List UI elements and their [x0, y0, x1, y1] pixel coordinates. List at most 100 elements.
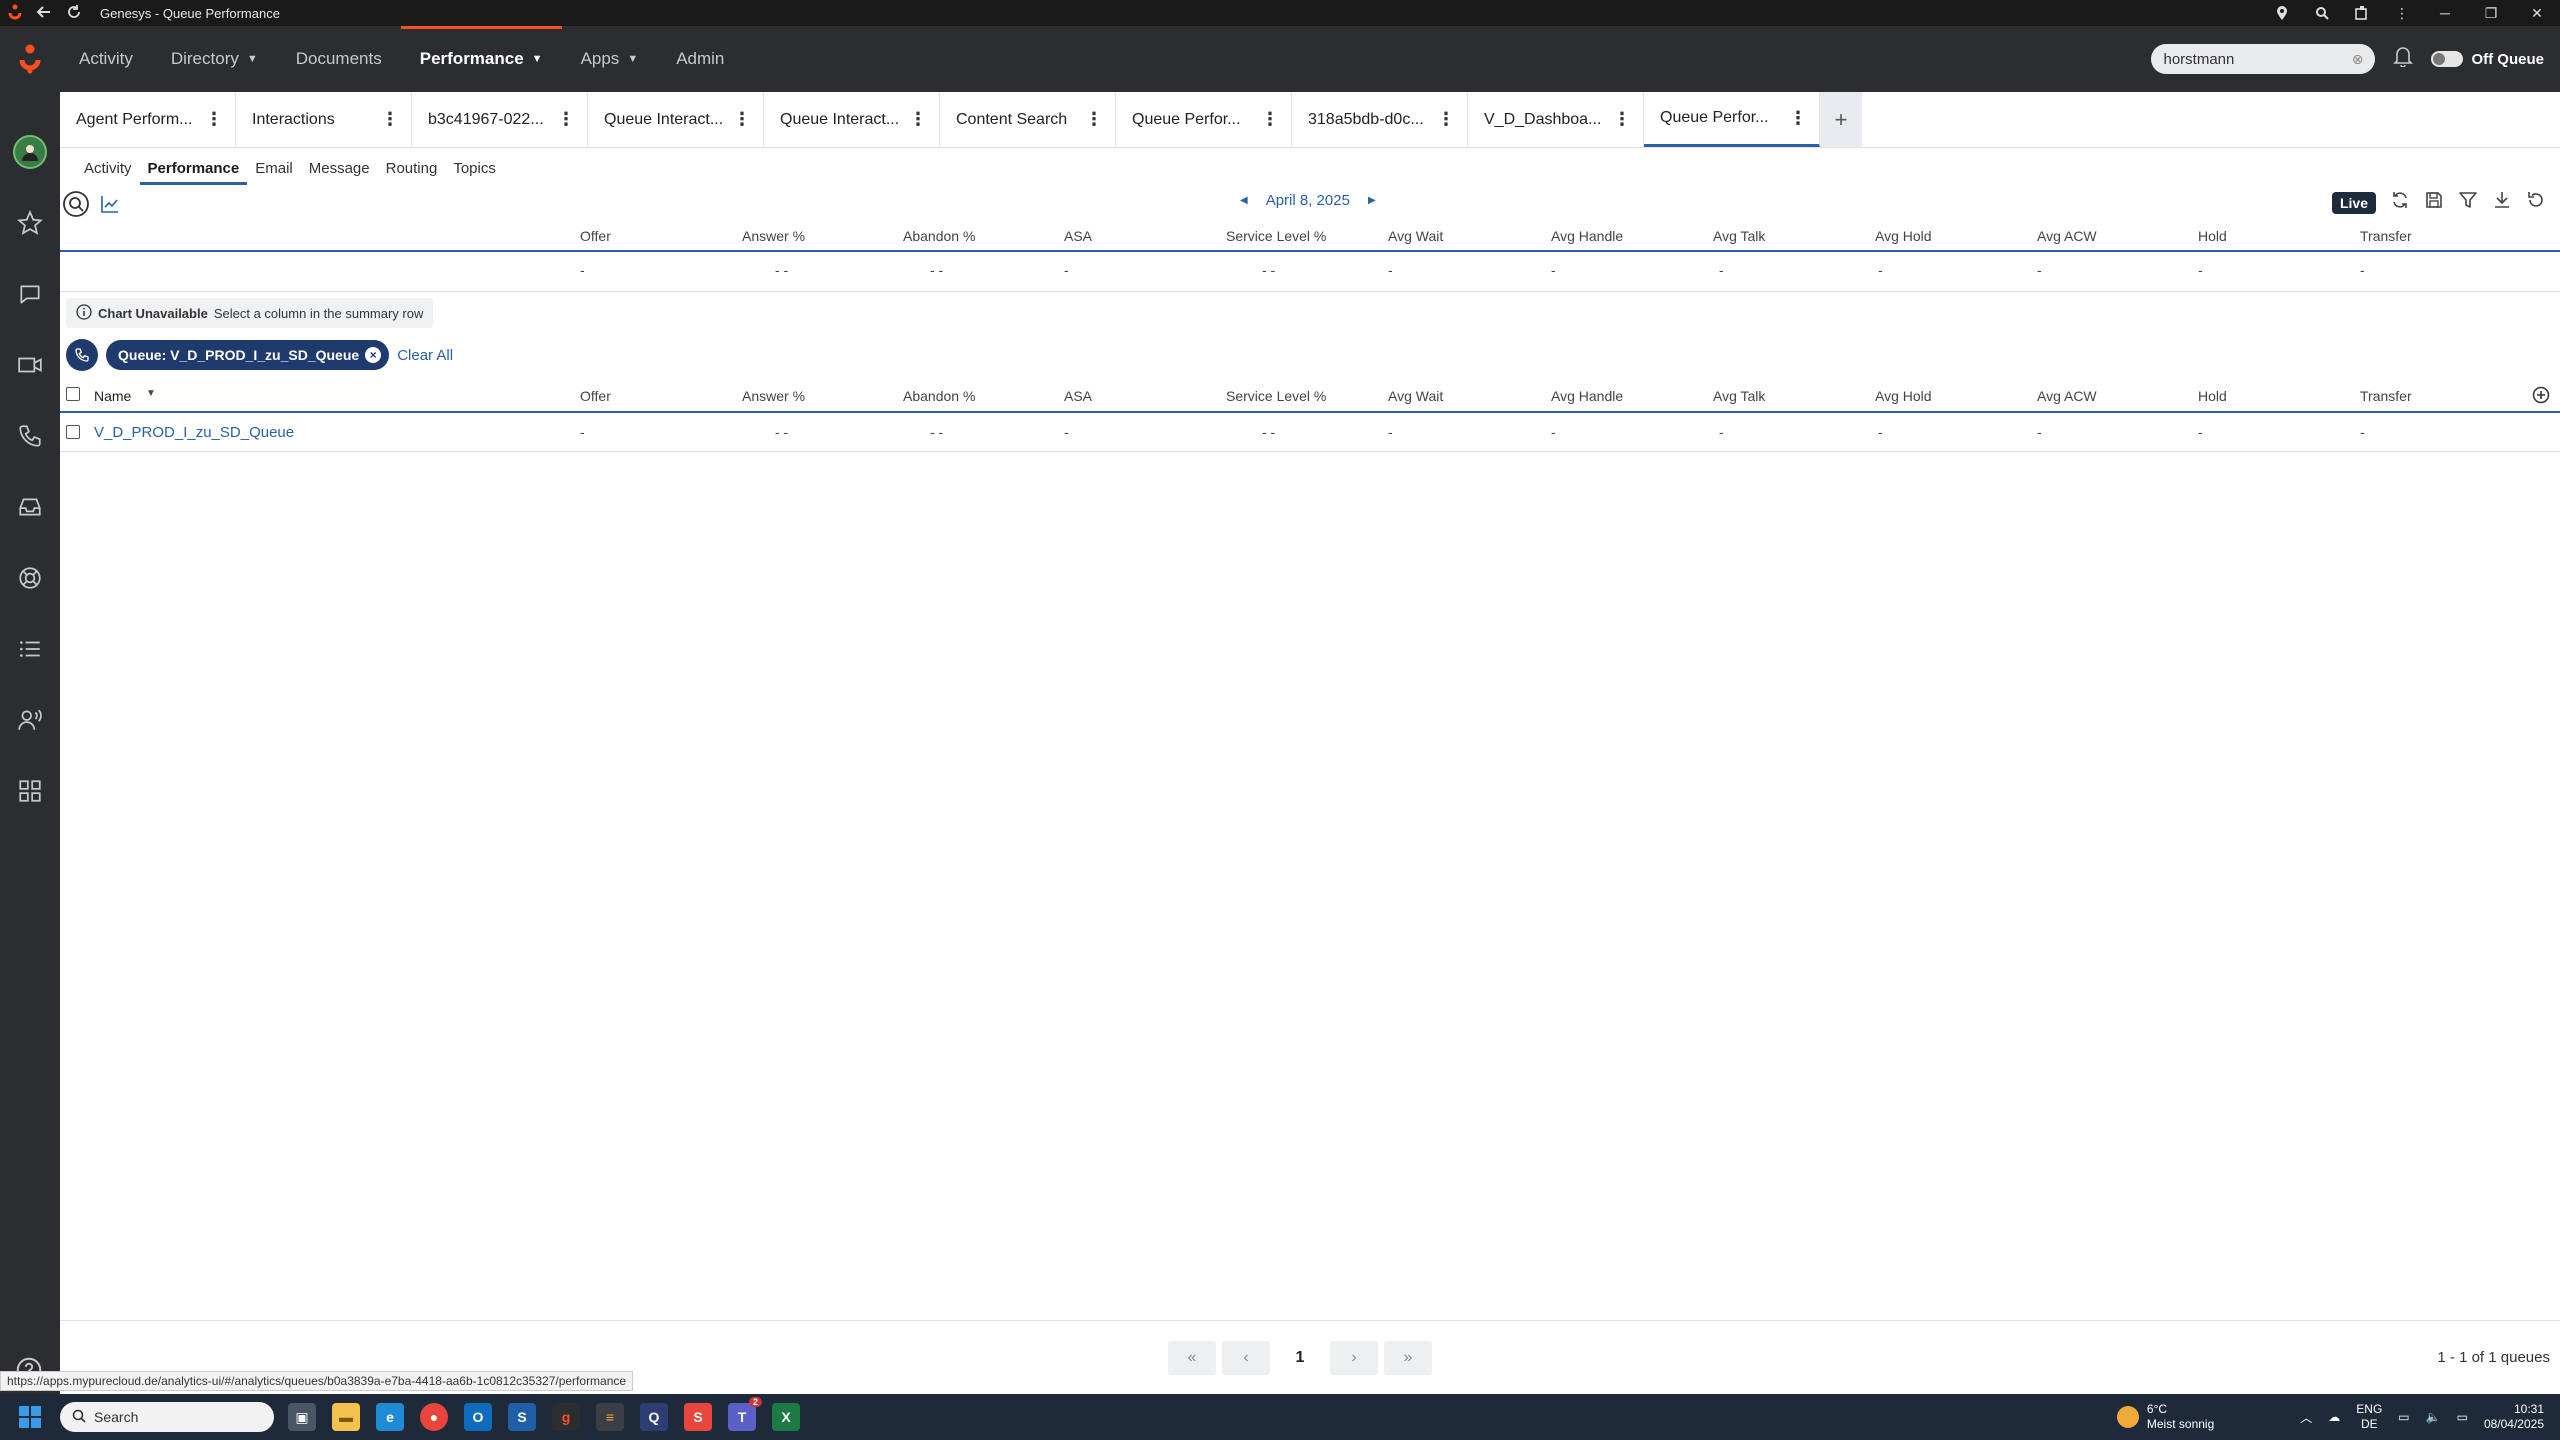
save-icon[interactable]	[2424, 190, 2444, 215]
remove-filter-icon[interactable]: ×	[365, 347, 382, 363]
more-vertical-icon[interactable]: ⋮	[2382, 0, 2422, 26]
kebab-menu-icon[interactable]: ⋮	[1613, 109, 1631, 130]
refresh-icon[interactable]	[2390, 190, 2410, 215]
battery-icon[interactable]: ▭	[2457, 1410, 2468, 1424]
summary-cell[interactable]: -	[1388, 262, 1393, 278]
kebab-menu-icon[interactable]: ⋮	[1789, 108, 1807, 129]
col-answer[interactable]: Answer %	[742, 388, 805, 404]
col-hold[interactable]: Hold	[2198, 228, 2227, 244]
col-answer[interactable]: Answer %	[742, 228, 805, 244]
kebab-menu-icon[interactable]: ⋮	[1437, 109, 1455, 130]
video-icon[interactable]	[0, 329, 60, 400]
tab-agent-performance[interactable]: Agent Perform... ⋮	[60, 92, 236, 147]
inbox-icon[interactable]	[0, 471, 60, 542]
col-avg-talk[interactable]: Avg Talk	[1713, 388, 1765, 404]
phone-icon[interactable]	[0, 400, 60, 471]
phone-filter-icon[interactable]	[66, 339, 98, 371]
location-pin-icon[interactable]	[2262, 0, 2302, 26]
apps-grid-icon[interactable]	[0, 755, 60, 826]
qlik-icon[interactable]: Q	[640, 1403, 668, 1431]
col-service-level[interactable]: Service Level %	[1226, 388, 1326, 404]
col-avg-handle[interactable]: Avg Handle	[1551, 388, 1623, 404]
sublime-icon[interactable]: S	[684, 1403, 712, 1431]
col-avg-hold[interactable]: Avg Hold	[1875, 228, 1932, 244]
add-tab-button[interactable]: +	[1820, 92, 1862, 147]
tab-interaction-id[interactable]: b3c41967-022... ⋮	[412, 92, 588, 147]
teams-icon[interactable]: T2	[728, 1397, 762, 1431]
previous-date-icon[interactable]: ◀	[1240, 195, 1248, 206]
queue-name-link[interactable]: V_D_PROD_I_zu_SD_Queue	[94, 424, 294, 441]
col-offer[interactable]: Offer	[580, 388, 611, 404]
reset-icon[interactable]	[2526, 190, 2546, 215]
tab-v-d-dashboard[interactable]: V_D_Dashboa... ⋮	[1468, 92, 1644, 147]
summary-cell[interactable]: - -	[775, 262, 788, 278]
subtab-topics[interactable]: Topics	[445, 151, 504, 185]
avatar[interactable]	[0, 116, 60, 187]
download-icon[interactable]	[2492, 190, 2512, 215]
col-transfer[interactable]: Transfer	[2360, 228, 2412, 244]
col-avg-talk[interactable]: Avg Talk	[1713, 228, 1765, 244]
tab-content-search[interactable]: Content Search ⋮	[940, 92, 1116, 147]
summary-cell[interactable]: -	[1719, 262, 1724, 278]
summary-cell[interactable]: -	[2198, 262, 2203, 278]
col-asa[interactable]: ASA	[1064, 228, 1092, 244]
filter-icon[interactable]	[2458, 190, 2478, 215]
col-avg-handle[interactable]: Avg Handle	[1551, 228, 1623, 244]
tab-queue-performance-1[interactable]: Queue Perfor... ⋮	[1116, 92, 1292, 147]
kebab-menu-icon[interactable]: ⋮	[205, 109, 223, 130]
nav-performance[interactable]: Performance ▼	[400, 26, 562, 92]
kebab-menu-icon[interactable]: ⋮	[1085, 109, 1103, 130]
kebab-menu-icon[interactable]: ⋮	[557, 109, 575, 130]
task-view-icon[interactable]: ▣	[288, 1403, 316, 1431]
live-badge[interactable]: Live	[2331, 191, 2376, 214]
tab-dashboard-id[interactable]: 318a5bdb-d0c... ⋮	[1292, 92, 1468, 147]
sap-icon[interactable]: S	[508, 1403, 536, 1431]
subtab-activity[interactable]: Activity	[76, 151, 140, 185]
star-icon[interactable]	[0, 187, 60, 258]
subtab-routing[interactable]: Routing	[378, 151, 446, 185]
language-indicator[interactable]: ENG DE	[2356, 1402, 2382, 1432]
kebab-menu-icon[interactable]: ⋮	[1261, 109, 1279, 130]
summary-cell[interactable]: -	[2037, 262, 2042, 278]
chevron-up-icon[interactable]: ︿	[2300, 1409, 2312, 1426]
col-service-level[interactable]: Service Level %	[1226, 228, 1326, 244]
search-icon[interactable]	[62, 190, 90, 223]
minimize-button[interactable]: ─	[2422, 0, 2468, 26]
col-abandon[interactable]: Abandon %	[903, 228, 975, 244]
summary-cell[interactable]: -	[2360, 262, 2365, 278]
nav-apps[interactable]: Apps ▼	[562, 26, 658, 92]
tab-queue-interactions-2[interactable]: Queue Interact... ⋮	[764, 92, 940, 147]
last-page-button[interactable]: »	[1384, 1341, 1432, 1375]
excel-icon[interactable]: X	[772, 1403, 800, 1431]
col-abandon[interactable]: Abandon %	[903, 388, 975, 404]
queue-filter-pill[interactable]: Queue: V_D_PROD_I_zu_SD_Queue ×	[106, 340, 390, 370]
back-arrow-icon[interactable]	[36, 4, 52, 23]
col-avg-wait[interactable]: Avg Wait	[1388, 388, 1443, 404]
global-search-input[interactable]: horstmann ⊗	[2151, 44, 2376, 74]
current-page[interactable]: 1	[1276, 1341, 1324, 1375]
chrome-icon[interactable]: ●	[420, 1403, 448, 1431]
tab-interactions[interactable]: Interactions ⋮	[236, 92, 412, 147]
summary-cell[interactable]: -	[1064, 262, 1069, 278]
col-hold[interactable]: Hold	[2198, 388, 2227, 404]
queue-status-toggle[interactable]: Off Queue	[2431, 51, 2544, 68]
summary-cell[interactable]: -	[1878, 262, 1883, 278]
kebab-menu-icon[interactable]: ⋮	[381, 109, 399, 130]
col-transfer[interactable]: Transfer	[2360, 388, 2412, 404]
col-avg-hold[interactable]: Avg Hold	[1875, 388, 1932, 404]
col-avg-acw[interactable]: Avg ACW	[2037, 228, 2097, 244]
nav-activity[interactable]: Activity	[60, 26, 152, 92]
outlook-icon[interactable]: O	[464, 1403, 492, 1431]
col-avg-acw[interactable]: Avg ACW	[2037, 388, 2097, 404]
file-explorer-icon[interactable]: ▬	[332, 1403, 360, 1431]
nav-directory[interactable]: Directory ▼	[152, 26, 277, 92]
taskbar-clock[interactable]: 10:31 08/04/2025	[2484, 1402, 2544, 1432]
previous-page-button[interactable]: ‹	[1222, 1341, 1270, 1375]
speaker-icon[interactable]: 🔈	[2426, 1410, 2441, 1424]
genesys-logo[interactable]	[0, 26, 60, 92]
zoom-icon[interactable]	[2302, 0, 2342, 26]
list-icon[interactable]	[0, 613, 60, 684]
summary-cell[interactable]: -	[1551, 262, 1556, 278]
reload-icon[interactable]	[66, 4, 82, 23]
network-icon[interactable]: ▭	[2398, 1410, 2409, 1424]
